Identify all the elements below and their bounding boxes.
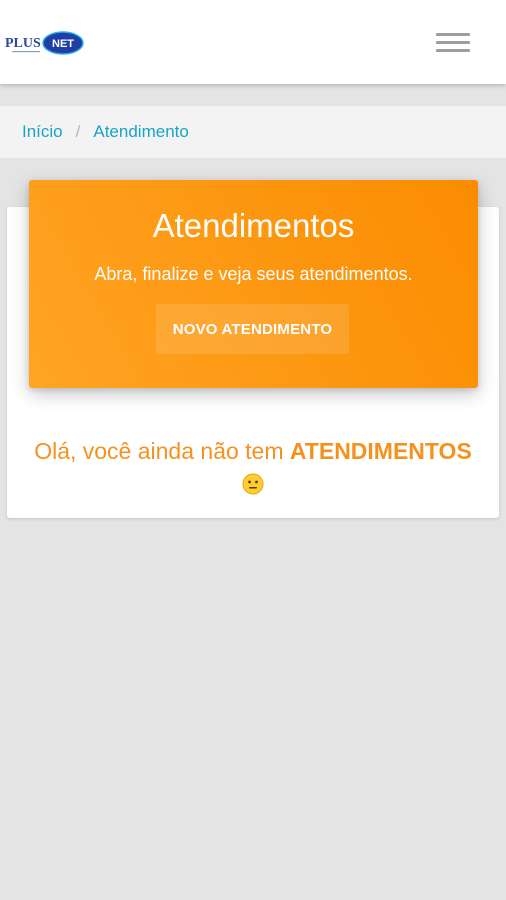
empty-state-prefix: Olá, você ainda não tem (34, 438, 284, 464)
empty-state-message: Olá, você ainda não tem ATENDIMENTOS (7, 436, 499, 496)
menu-bar (436, 41, 470, 44)
hamburger-menu-icon[interactable] (436, 31, 472, 55)
menu-bar (436, 49, 470, 52)
page-subtitle: Abra, finalize e veja seus atendimentos. (94, 264, 413, 284)
page-title: Atendimentos (152, 207, 355, 244)
breadcrumb-home-link[interactable]: Início (22, 122, 63, 142)
atendimentos-hero-panel: Atendimentos Abra, finalize e veja seus … (29, 180, 478, 388)
plusnet-logo[interactable]: PLUS NET (4, 30, 84, 56)
new-ticket-button[interactable]: NOVO ATENDIMENTO (156, 304, 349, 354)
empty-state-highlight: ATENDIMENTOS (289, 438, 472, 464)
menu-bar (436, 33, 470, 36)
svg-text:PLUS: PLUS (5, 36, 41, 51)
app-header: PLUS NET (0, 0, 506, 84)
breadcrumb: Início / Atendimento (0, 106, 506, 158)
breadcrumb-separator: / (75, 122, 81, 141)
breadcrumb-current-link[interactable]: Atendimento (93, 122, 188, 142)
svg-text:NET: NET (52, 38, 74, 50)
neutral-face-icon (242, 473, 264, 495)
